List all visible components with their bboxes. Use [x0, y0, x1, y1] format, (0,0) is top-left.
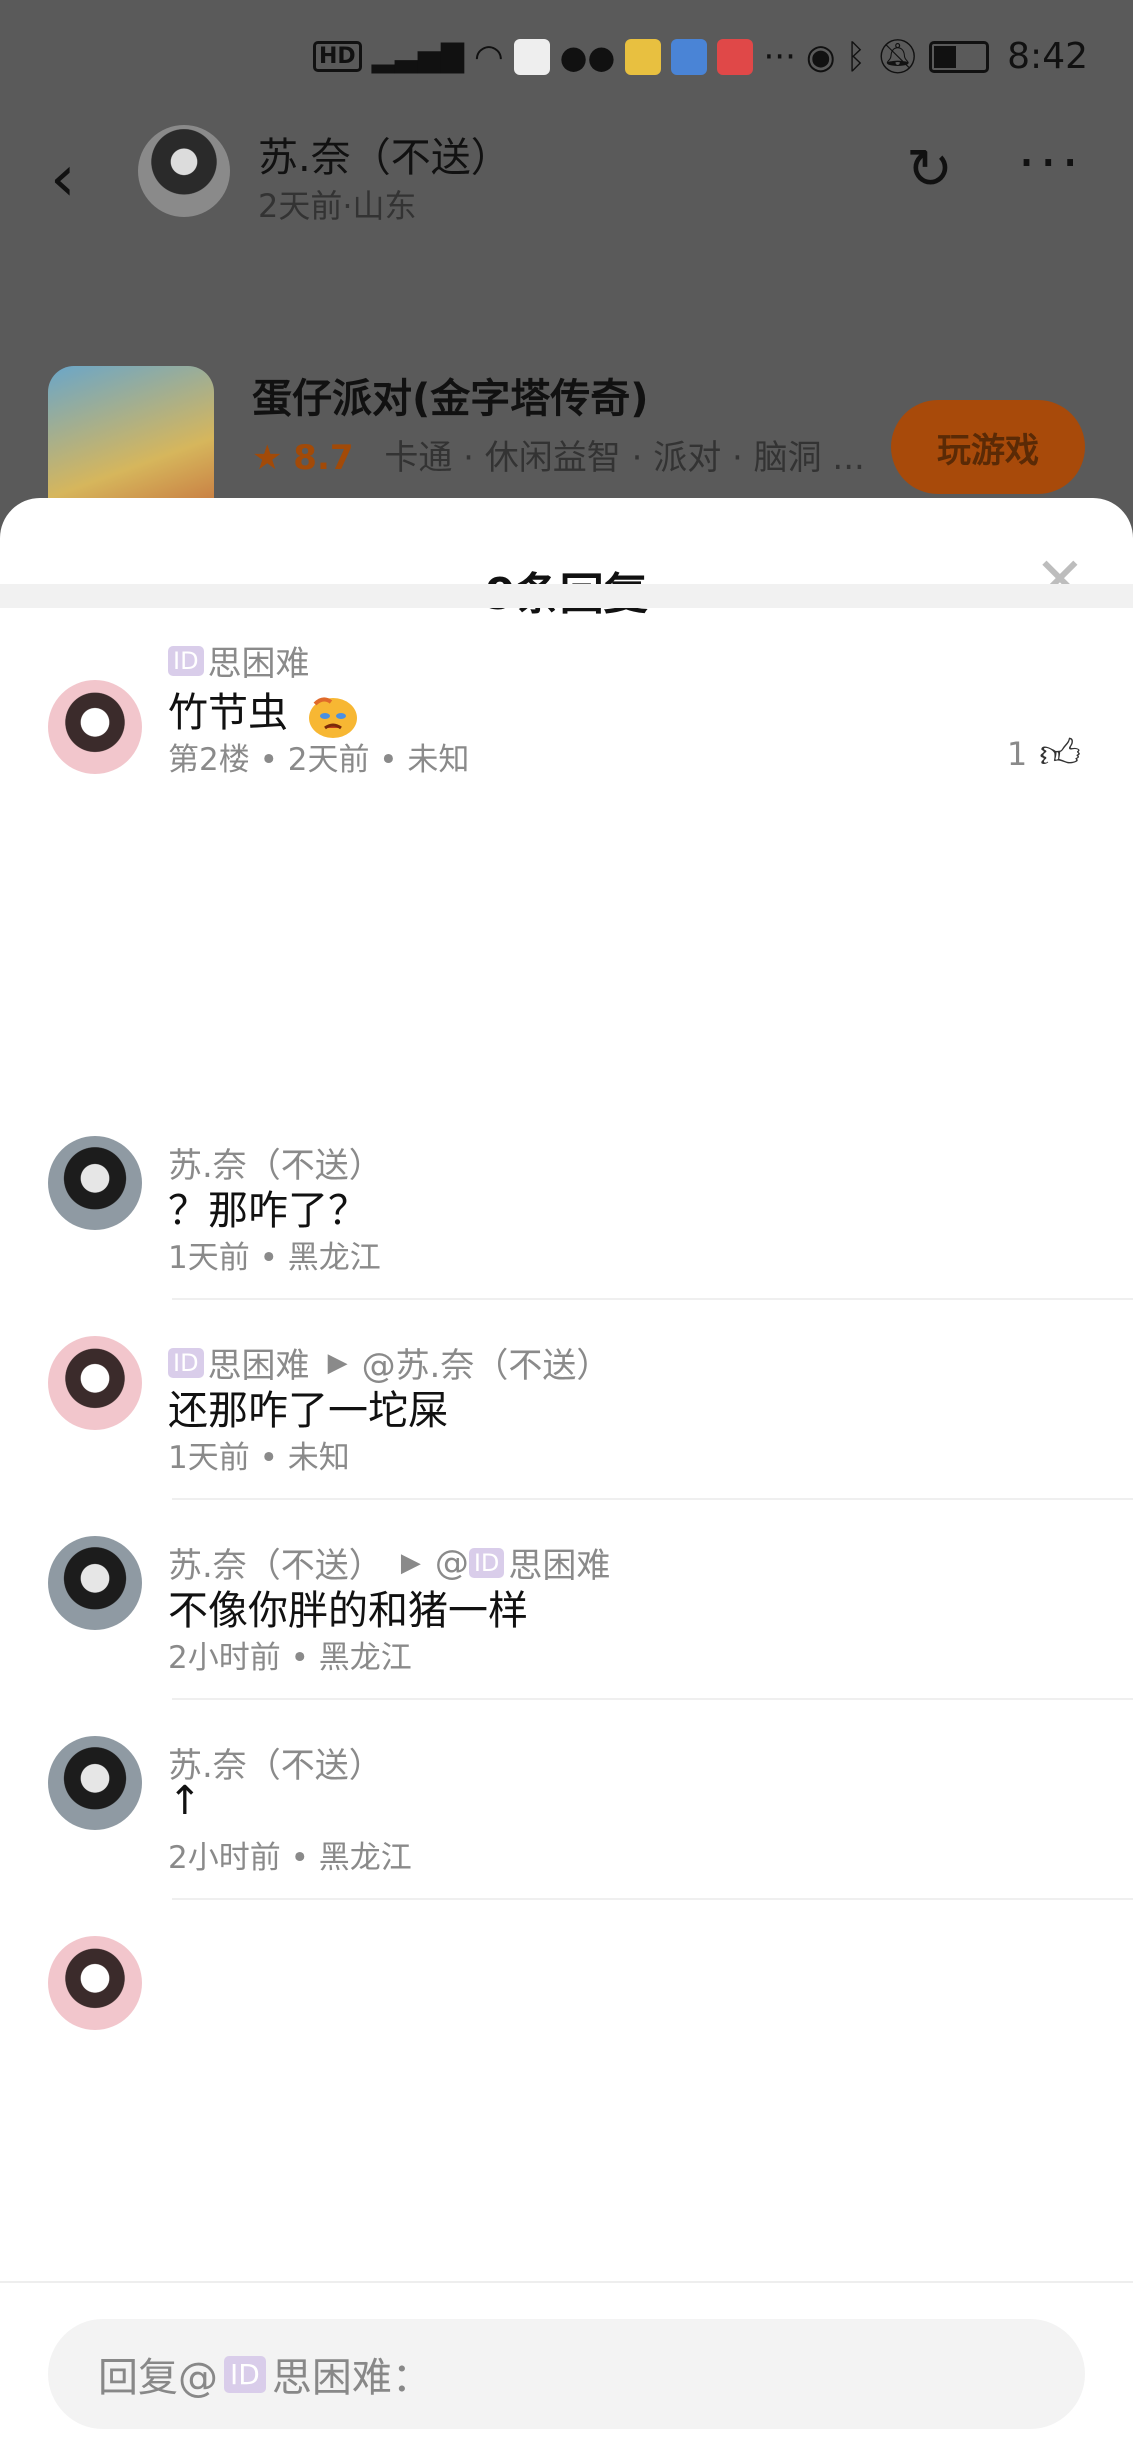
- divider-band: [0, 584, 1133, 608]
- app-icon: [717, 38, 754, 75]
- reply-text: 还那咋了一坨屎: [168, 1388, 448, 1434]
- avatar[interactable]: [48, 1736, 142, 1830]
- author-avatar[interactable]: [138, 125, 230, 217]
- id-badge: ID: [224, 2355, 266, 2393]
- game-rating: 8.7: [293, 438, 354, 478]
- eye-icon: ◉: [805, 36, 836, 77]
- comment-text: 竹节虫: [168, 680, 361, 740]
- id-badge: ID: [168, 645, 204, 676]
- comment-text-content: 竹节虫: [168, 690, 288, 736]
- reply-text: 不像你胖的和猪一样: [168, 1588, 528, 1634]
- author-name[interactable]: 苏.奈（不送）: [258, 125, 511, 183]
- avatar[interactable]: [48, 1136, 142, 1230]
- game-tags: 卡通 · 休闲益智 · 派对 · 脑洞 ...: [384, 438, 865, 478]
- shopping-icon: [513, 38, 550, 75]
- crying-emoji-icon: [308, 697, 357, 738]
- reply-meta: 1天前 • 黑龙江: [168, 1240, 381, 1276]
- comment-user[interactable]: ID 思困难: [168, 636, 310, 685]
- more-dots-icon: ···: [763, 36, 796, 77]
- replies-sheet: 9条回复 ✕ ID 思困难 竹节虫 第2楼 • 2天前 • 未知 1 👍︎: [0, 498, 1133, 2453]
- reply-meta: 2小时前 • 黑龙江: [168, 1840, 412, 1876]
- id-badge: ID: [468, 1547, 505, 1578]
- like-button[interactable]: 1 👍︎: [1007, 730, 1081, 778]
- status-bar: HD ▂▃▅▇ ◠ ●● ··· ◉ ᛒ 🔕︎ 8:42: [0, 0, 1133, 130]
- username: 思困难: [207, 644, 310, 684]
- wechat-icon: ●●: [559, 37, 616, 76]
- battery-icon: [929, 40, 990, 73]
- bluetooth-icon: ᛒ: [845, 36, 866, 77]
- divider: [172, 1898, 1133, 1900]
- reply-target: 思困难：: [271, 2355, 432, 2401]
- divider: [172, 1698, 1133, 1700]
- comment-meta: 第2楼 • 2天前 • 未知: [168, 742, 470, 778]
- wifi-icon: ◠: [473, 36, 504, 77]
- star-icon: ★: [252, 438, 283, 478]
- reply-text: ？那咋了？: [168, 1188, 368, 1234]
- avatar[interactable]: [48, 1336, 142, 1430]
- hd-icon: HD: [312, 41, 362, 72]
- reply-arrow-icon: ▶: [400, 1547, 421, 1578]
- avatar[interactable]: [48, 1536, 142, 1630]
- reply-meta: 1天前 • 未知: [168, 1440, 350, 1476]
- game-title: 蛋仔派对(金字塔传奇): [252, 376, 649, 422]
- game-card[interactable]: 蛋仔派对(金字塔传奇) ★ 8.7 卡通 · 休闲益智 · 派对 · 脑洞 ..…: [0, 360, 1133, 526]
- reply-target-prefix[interactable]: @: [435, 1543, 469, 1583]
- signal-4g-icon: ▂▃▅▇: [371, 39, 464, 74]
- play-game-button[interactable]: 玩游戏: [891, 400, 1085, 494]
- like-count: 1: [1006, 735, 1028, 773]
- thumbs-up-icon: 👍︎: [1039, 731, 1081, 777]
- reply-input[interactable]: 回复@ ID 思困难：: [48, 2319, 1085, 2429]
- reply-bar: 回复@ ID 思困难：: [0, 2281, 1133, 2453]
- post-header: ‹ 苏.奈（不送） 2天前·山东 ↻ ···: [0, 125, 1133, 235]
- mute-bell-icon: 🔕︎: [875, 36, 920, 77]
- background-page: HD ▂▃▅▇ ◠ ●● ··· ◉ ᛒ 🔕︎ 8:42 ‹ 苏.奈（不送） 2…: [0, 0, 1133, 560]
- browser-icon: [671, 38, 708, 75]
- avatar[interactable]: [48, 680, 142, 774]
- id-badge: ID: [168, 1347, 204, 1378]
- post-meta: 2天前·山东: [258, 187, 417, 225]
- more-icon[interactable]: ···: [1018, 131, 1083, 196]
- avatar[interactable]: [48, 1936, 142, 2030]
- reply-meta: 2小时前 • 黑龙江: [168, 1640, 412, 1676]
- divider: [172, 1298, 1133, 1300]
- reply-text: ↑: [168, 1778, 202, 1824]
- divider: [172, 1498, 1133, 1500]
- back-arrow-icon[interactable]: ‹: [50, 147, 76, 211]
- reply-arrow-icon: ▶: [327, 1347, 348, 1378]
- share-icon[interactable]: ↻: [906, 137, 953, 202]
- reply-prefix: 回复@: [98, 2355, 218, 2401]
- clock: 8:42: [1007, 36, 1088, 77]
- game-subtitle: ★ 8.7 卡通 · 休闲益智 · 派对 · 脑洞 ...: [252, 430, 865, 479]
- weibo-icon: [625, 38, 662, 75]
